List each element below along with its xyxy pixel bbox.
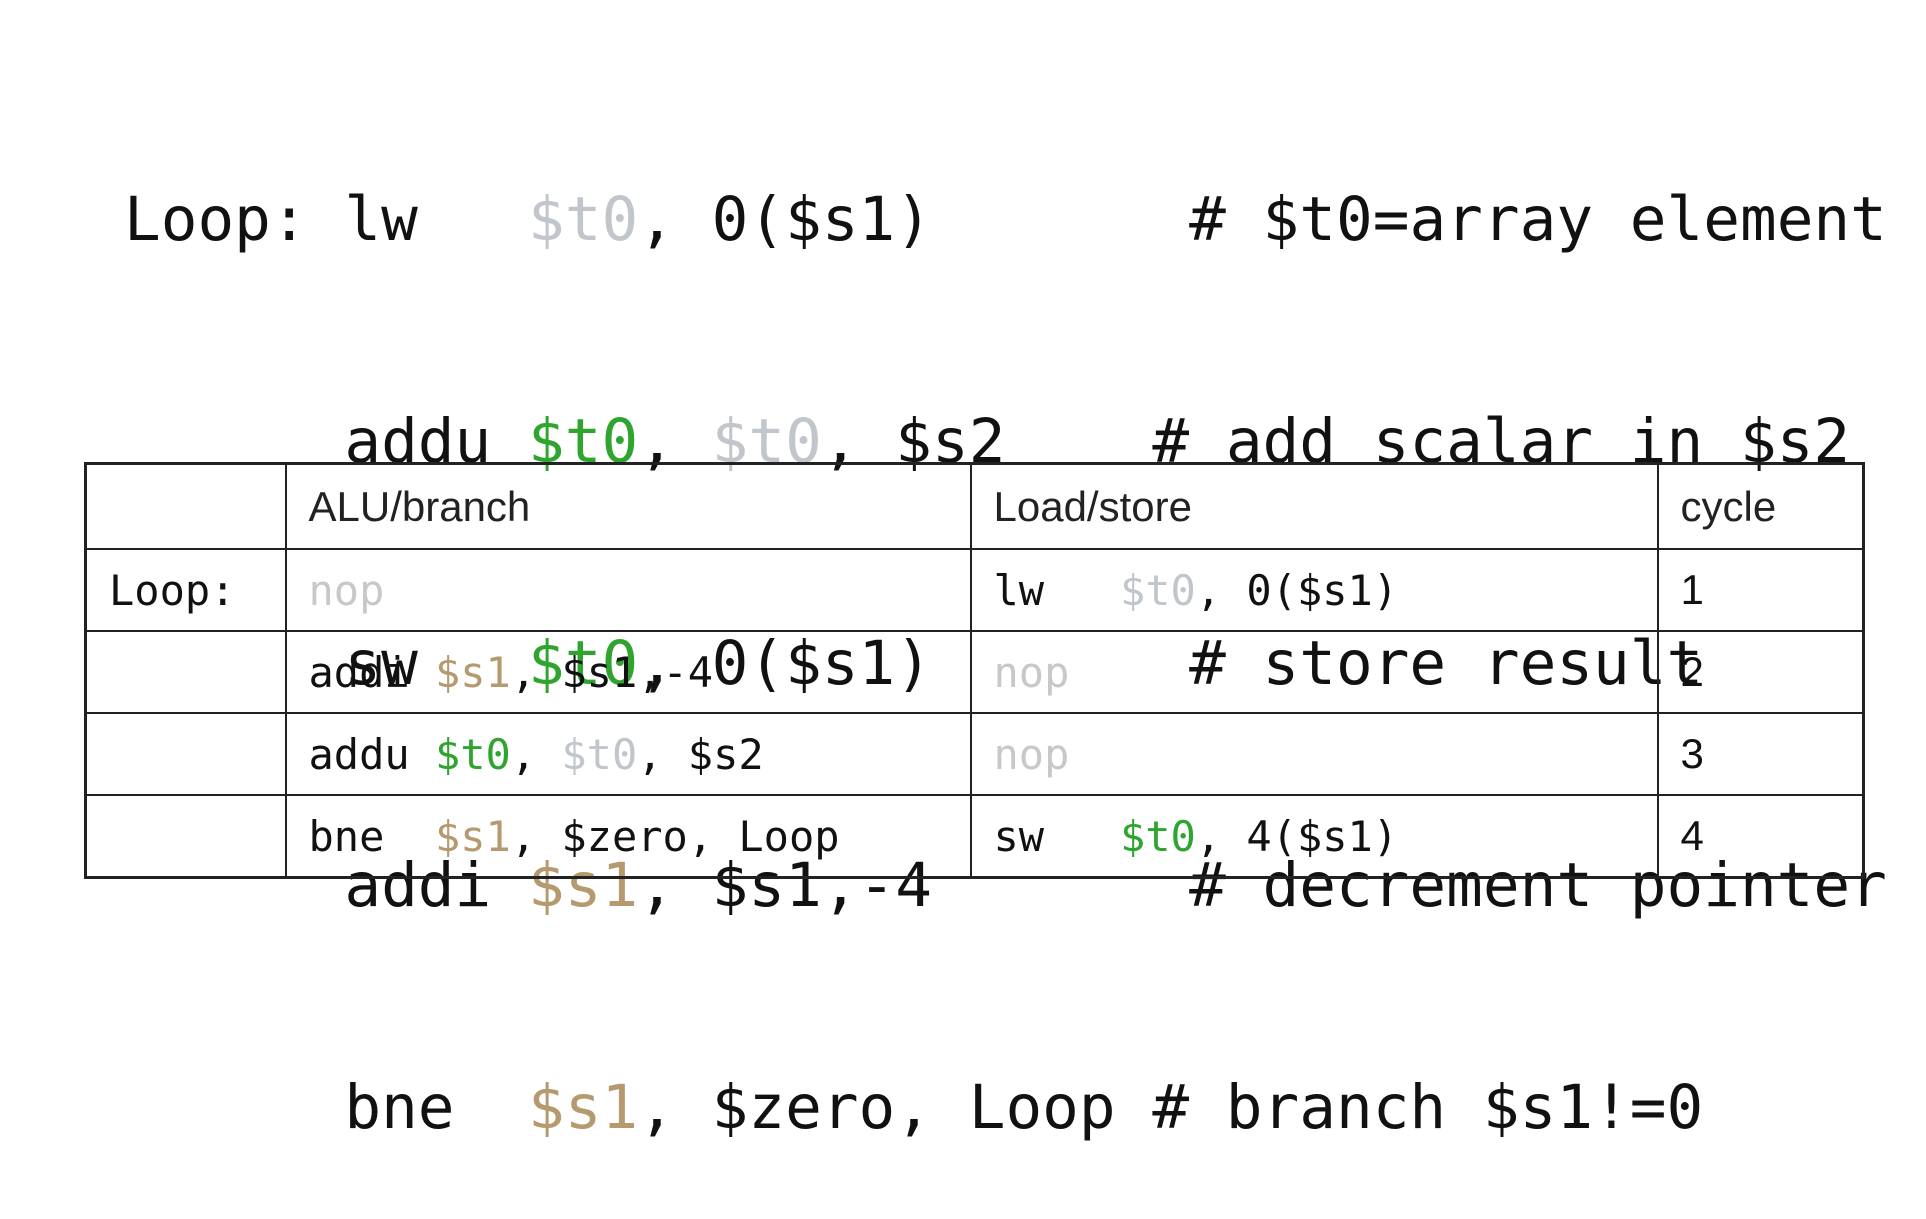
header-load-store: Load/store	[969, 462, 1659, 550]
code-token: , $zero, Loop	[638, 1072, 1116, 1143]
code-token: addu	[308, 729, 435, 779]
code-args: $t0, 0($s1)	[528, 184, 932, 255]
code-token: , $s2	[637, 729, 764, 779]
alu-instruction: nop	[284, 548, 972, 632]
mem-instruction: nop	[969, 712, 1659, 796]
table-row: bne $s1, $zero, Loop sw $t0, 4($s1) 4	[84, 794, 1865, 879]
alu-instruction: bne $s1, $zero, Loop	[284, 794, 972, 879]
code-token: lw	[993, 565, 1120, 615]
code-pad	[932, 184, 1189, 255]
alu-instruction: addi $s1, $s1,-4	[284, 630, 972, 714]
code-token: nop	[993, 647, 1070, 697]
row-label: Loop:	[84, 548, 287, 632]
mem-instruction: lw $t0, 0($s1)	[969, 548, 1659, 632]
code-token: , $s1,-4	[510, 647, 714, 697]
code-token: , 0($s1)	[1195, 565, 1399, 615]
code-label	[124, 1072, 344, 1143]
code-args: $s1, $zero, Loop	[528, 1072, 1116, 1143]
code-token: $s1	[528, 1072, 639, 1143]
code-token: , 0($s1)	[638, 184, 933, 255]
code-pad	[1116, 1072, 1153, 1143]
row-label	[84, 712, 287, 796]
code-token: bne	[308, 811, 435, 861]
code-opcode: bne	[344, 1072, 528, 1143]
alu-instruction: addu $t0, $t0, $s2	[284, 712, 972, 796]
header-cycle: cycle	[1656, 462, 1865, 550]
code-token: ,	[510, 729, 562, 779]
code-token: nop	[993, 729, 1070, 779]
code-token: $t0	[561, 729, 638, 779]
cycle-number: 2	[1656, 630, 1865, 714]
header-alu-branch: ALU/branch	[284, 462, 972, 550]
code-line: Loop: lw $t0, 0($s1) # $t0=array element	[124, 183, 1887, 257]
code-token: $t0	[528, 184, 639, 255]
code-token: nop	[308, 565, 385, 615]
mem-instruction: sw $t0, 4($s1)	[969, 794, 1659, 879]
code-token: sw	[993, 811, 1120, 861]
code-line: bne $s1, $zero, Loop # branch $s1!=0	[124, 1071, 1887, 1145]
code-token: $t0	[434, 729, 511, 779]
table-row: addu $t0, $t0, $s2 nop 3	[84, 712, 1865, 796]
table-row: addi $s1, $s1,-4 nop 2	[84, 630, 1865, 714]
mem-instruction: nop	[969, 630, 1659, 714]
code-token: $t0	[1119, 811, 1196, 861]
header-label	[84, 462, 287, 550]
code-opcode: lw	[344, 184, 529, 255]
schedule-table: ALU/branch Load/store cycle Loop: nop lw…	[84, 462, 1865, 879]
code-token: $s1	[434, 647, 511, 697]
table-header-row: ALU/branch Load/store cycle	[84, 462, 1865, 550]
code-token: $s1	[434, 811, 511, 861]
code-comment: # $t0=array element	[1189, 184, 1887, 255]
row-label	[84, 630, 287, 714]
cycle-number: 4	[1656, 794, 1865, 879]
table-row: Loop: nop lw $t0, 0($s1) 1	[84, 548, 1865, 632]
code-token: addi	[308, 647, 435, 697]
code-token: $t0	[1119, 565, 1196, 615]
code-label: Loop:	[124, 184, 308, 255]
code-token: , 4($s1)	[1195, 811, 1399, 861]
row-label	[84, 794, 287, 879]
code-comment: # branch $s1!=0	[1152, 1072, 1704, 1143]
cycle-number: 3	[1656, 712, 1865, 796]
cycle-number: 1	[1656, 548, 1865, 632]
code-token: , $zero, Loop	[510, 811, 840, 861]
